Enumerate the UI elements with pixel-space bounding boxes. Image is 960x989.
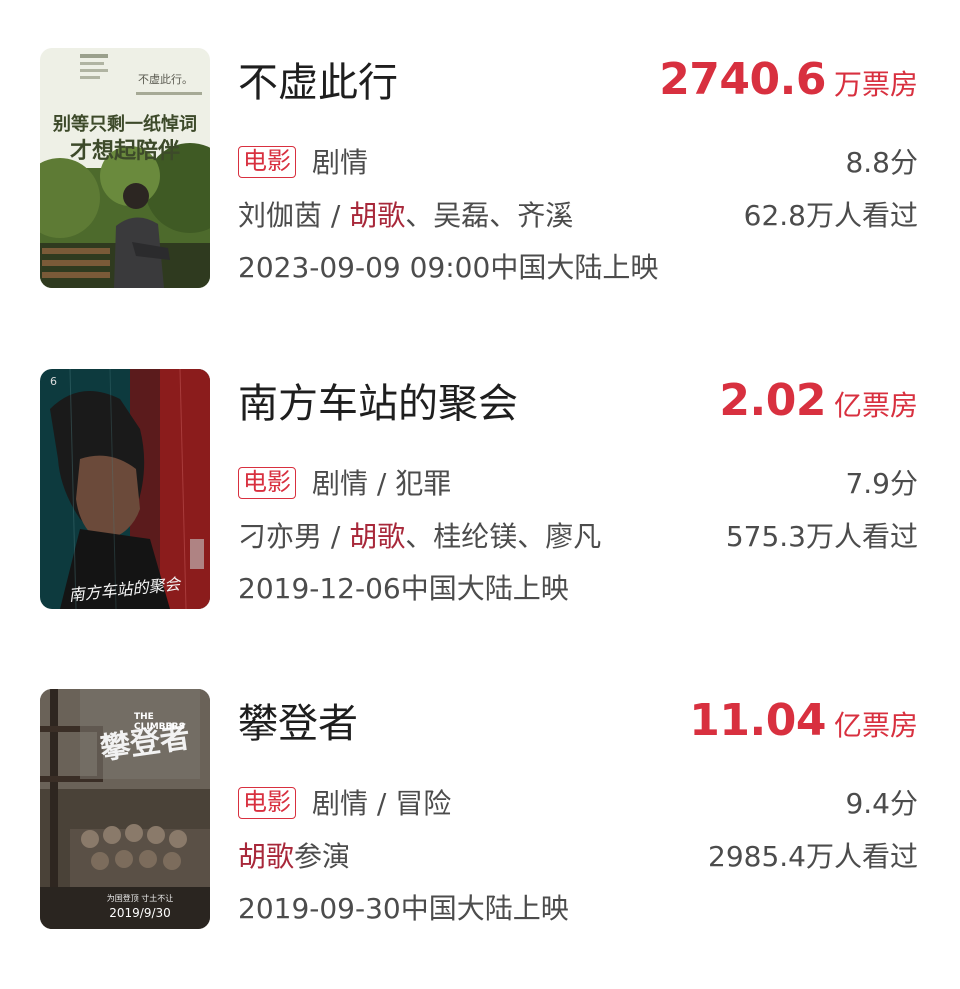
rating: 9.4分 <box>845 787 918 820</box>
poster-slogan: 为国登顶 寸土不让 <box>107 893 174 903</box>
box-office: 2.02 亿票房 <box>719 373 918 438</box>
box-office-number: 2740.6 <box>659 54 826 105</box>
other-actors: 参演 <box>294 840 351 873</box>
other-actors: 、桂纶镁、廖凡 <box>405 520 602 553</box>
movie-card[interactable]: 攀登者 THE CLIMBERS 为国登顶 寸土不让 2019/9/30 攀登者… <box>0 689 960 929</box>
box-office: 11.04 亿票房 <box>689 693 918 758</box>
type-badge: 电影 <box>238 146 296 178</box>
type-badge: 电影 <box>238 467 296 499</box>
movie-card[interactable]: 6 南方车站的聚会 南方车站的聚会 2.02 亿票房 电影 剧情 / 犯罪 7.9分… <box>0 369 960 609</box>
box-office-unit: 万票房 <box>833 68 918 101</box>
poster-tagline-2: 才想起陪伴 <box>70 138 180 164</box>
poster-image: 攀登者 THE CLIMBERS 为国登顶 寸土不让 2019/9/30 <box>40 689 210 929</box>
viewer-count: 62.8万人看过 <box>743 199 918 232</box>
box-office: 2740.6 万票房 <box>659 52 918 117</box>
movie-card[interactable]: 不虚此行。 别等只剩一纸悼词 才想起陪伴 不虚此行 2740.6 万票房 电影 剧情… <box>0 48 960 288</box>
poster-date: 2019/9/30 <box>109 906 171 920</box>
genres: 剧情 <box>312 146 369 179</box>
poster-en-title-2: CLIMBERS <box>134 722 185 732</box>
movie-poster[interactable]: 6 南方车站的聚会 <box>40 369 210 609</box>
release-date: 2019-09-30中国大陆上映 <box>238 892 569 925</box>
cast-row: 胡歌参演 <box>238 837 350 877</box>
poster-image: 不虚此行。 别等只剩一纸悼词 才想起陪伴 <box>40 48 210 288</box>
poster-corner-mark: 6 <box>50 375 57 388</box>
rating: 8.8分 <box>845 146 918 179</box>
rating: 7.9分 <box>845 467 918 500</box>
type-badge: 电影 <box>238 787 296 819</box>
highlight-actor[interactable]: 胡歌 <box>349 520 405 553</box>
genre-row: 电影 剧情 / 犯罪 <box>238 464 451 504</box>
movie-title[interactable]: 南方车站的聚会 <box>238 379 518 429</box>
highlight-actor[interactable]: 胡歌 <box>349 199 405 232</box>
director: 刁亦男 / <box>238 520 350 553</box>
box-office-number: 11.04 <box>689 695 826 746</box>
box-office-unit: 亿票房 <box>833 709 918 742</box>
poster-top-title: 不虚此行。 <box>138 73 193 86</box>
genres: 剧情 / 犯罪 <box>312 467 452 500</box>
highlight-actor[interactable]: 胡歌 <box>238 840 294 873</box>
viewer-count: 575.3万人看过 <box>725 520 918 553</box>
release-date: 2019-12-06中国大陆上映 <box>238 572 569 605</box>
cast-row: 刁亦男 / 胡歌、桂纶镁、廖凡 <box>238 517 601 557</box>
movie-title[interactable]: 不虚此行 <box>238 58 398 108</box>
poster-image: 6 南方车站的聚会 <box>40 369 210 609</box>
movie-poster[interactable]: 不虚此行。 别等只剩一纸悼词 才想起陪伴 <box>40 48 210 288</box>
genres: 剧情 / 冒险 <box>312 787 452 820</box>
movie-poster[interactable]: 攀登者 THE CLIMBERS 为国登顶 寸土不让 2019/9/30 <box>40 689 210 929</box>
cast-row: 刘伽茵 / 胡歌、吴磊、齐溪 <box>238 196 573 236</box>
director: 刘伽茵 / <box>238 199 350 232</box>
movie-title[interactable]: 攀登者 <box>238 699 358 749</box>
release-date: 2023-09-09 09:00中国大陆上映 <box>238 251 659 284</box>
viewer-count: 2985.4万人看过 <box>708 840 918 873</box>
poster-en-title-1: THE <box>134 712 154 722</box>
poster-tagline-1: 别等只剩一纸悼词 <box>52 113 197 135</box>
other-actors: 、吴磊、齐溪 <box>405 199 574 232</box>
box-office-number: 2.02 <box>719 375 826 426</box>
genre-row: 电影 剧情 <box>238 143 368 183</box>
box-office-unit: 亿票房 <box>833 389 918 422</box>
genre-row: 电影 剧情 / 冒险 <box>238 784 451 824</box>
